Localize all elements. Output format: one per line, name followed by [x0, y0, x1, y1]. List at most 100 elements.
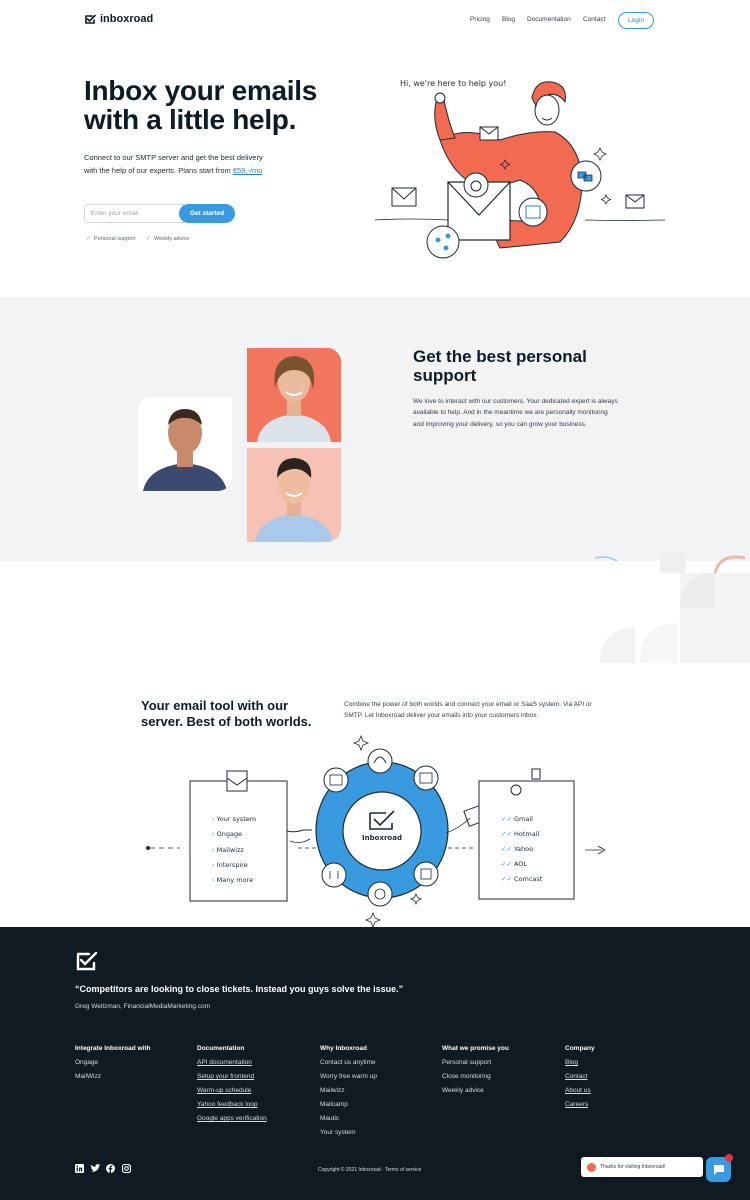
- list-item: ✓✓ Hotmail: [501, 830, 540, 838]
- helper-character-illustration: [374, 81, 666, 259]
- footer-link[interactable]: Blog: [565, 1059, 595, 1073]
- list-item-label: Comcast: [513, 875, 543, 883]
- expert-photo-1: [138, 397, 232, 491]
- footer-column-title: Integrate Inboxroad with: [75, 1045, 151, 1052]
- footer-link[interactable]: Weekly advice: [442, 1087, 509, 1101]
- list-item: › Mailwizz: [212, 845, 244, 854]
- diagram-center-label: Inboxroad: [362, 834, 402, 842]
- perk-label: Weekly advice: [154, 235, 190, 242]
- footer-column-promise: What we promise you Personal support Clo…: [442, 1045, 509, 1101]
- footer-column-title: What we promise you: [442, 1045, 509, 1052]
- footer-column-company: Company Blog Contact About us Careers: [565, 1045, 595, 1115]
- twitter-icon[interactable]: [90, 1164, 101, 1173]
- support-text: We love to interact with our customers. …: [413, 398, 618, 428]
- chat-agent-avatar: [587, 1162, 596, 1172]
- pricing-link[interactable]: €59,-/mo: [233, 166, 263, 175]
- hero-title: Inbox your emails with a little help.: [84, 75, 317, 135]
- check-icon: ✓: [86, 236, 92, 242]
- list-item: › Ongage: [212, 830, 243, 839]
- footer-column-why: Why Inboxroad Contact us anytime Worry f…: [320, 1045, 377, 1143]
- expert-photo-3: [247, 448, 341, 542]
- list-item-label: Interspire: [216, 860, 248, 869]
- footer-link[interactable]: Close monitoring: [442, 1073, 509, 1087]
- list-item-label: Mailwizz: [216, 845, 244, 854]
- person-avatar-illustration: [247, 348, 341, 442]
- list-item-label: Ongage: [216, 830, 243, 839]
- footer-link[interactable]: Yahoo feedback loop: [197, 1101, 267, 1115]
- footer-link[interactable]: MailWizz: [75, 1073, 150, 1087]
- list-item: ✓✓ Comcast: [501, 875, 543, 883]
- nav-blog[interactable]: Blog: [502, 16, 515, 23]
- support-title: Get the best personal support: [413, 347, 587, 385]
- list-item: ✓✓ AOL: [501, 860, 528, 868]
- notification-badge: [725, 1154, 733, 1162]
- chat-welcome-text: Thanks for visiting Inboxroad!: [600, 1164, 666, 1170]
- footer-link[interactable]: Ongage: [75, 1059, 150, 1073]
- footer-link[interactable]: Mailwizz: [320, 1087, 377, 1101]
- footer-link[interactable]: Worry free warm up: [320, 1073, 377, 1087]
- nav-documentation[interactable]: Documentation: [527, 16, 571, 23]
- footer-link[interactable]: Careers: [565, 1101, 595, 1115]
- check-icon: ✓: [146, 236, 152, 242]
- footer-link[interactable]: API documentation: [197, 1059, 267, 1073]
- perk-personal-support: ✓ Personal support: [86, 235, 136, 243]
- footer-link[interactable]: Your system: [320, 1129, 377, 1143]
- instagram-icon[interactable]: [122, 1164, 131, 1173]
- footer-link[interactable]: Setup your frontend: [197, 1073, 267, 1087]
- chat-icon: [713, 1164, 724, 1175]
- testimonial-quote: “Competitors are looking to close ticket…: [75, 984, 404, 994]
- hero-description: Connect to our SMTP server and get the b…: [84, 152, 269, 177]
- list-item: › Interspire: [212, 860, 248, 869]
- integration-diagram: Inboxroad › Your system › Ongage › Mailw…: [140, 733, 610, 929]
- list-item-label: Gmail: [513, 815, 533, 823]
- footer-link[interactable]: About us: [565, 1087, 595, 1101]
- footer-column-title: Why Inboxroad: [320, 1045, 367, 1052]
- source-systems-list: › Your system › Ongage › Mailwizz › Inte…: [212, 812, 256, 888]
- footer-link[interactable]: Google apps verification: [197, 1115, 267, 1129]
- list-item: › Many more: [212, 876, 254, 885]
- person-avatar-illustration: [138, 397, 232, 491]
- brand-check-icon: [76, 951, 98, 971]
- footer-link[interactable]: Mailcamp: [320, 1101, 377, 1115]
- footer-link[interactable]: Contact: [565, 1073, 595, 1087]
- decorative-shapes: [595, 553, 750, 663]
- list-item-label: Hotmail: [513, 830, 540, 838]
- check-box-icon: [85, 14, 96, 24]
- footer-column-title: Documentation: [197, 1045, 245, 1052]
- hero-illustration: Hi, we're here to help you!: [370, 70, 670, 265]
- copyright-text: Copyright © 2021 Inboxroad · Terms of se…: [318, 1167, 422, 1173]
- tool-text: Combine the power of both worlds and con…: [344, 701, 592, 719]
- nav-pricing[interactable]: Pricing: [470, 16, 490, 23]
- illustration-caption: Hi, we're here to help you!: [400, 79, 507, 88]
- get-started-button[interactable]: Get started: [179, 204, 235, 223]
- chat-welcome-bubble[interactable]: Thanks for visiting Inboxroad!: [581, 1157, 703, 1177]
- perk-label: Personal support: [94, 235, 136, 242]
- list-item: › Your system: [212, 815, 257, 823]
- list-item-label: Your system: [216, 815, 257, 823]
- list-item-label: Yahoo: [513, 845, 534, 853]
- support-section: [0, 297, 750, 561]
- email-input[interactable]: Enter your email: [84, 204, 184, 223]
- footer-link[interactable]: Warm-up schedule: [197, 1087, 267, 1101]
- nav-contact[interactable]: Contact: [583, 16, 605, 23]
- footer-link[interactable]: Mautic: [320, 1115, 377, 1129]
- tool-title: Your email tool with our server. Best of…: [141, 698, 312, 729]
- testimonial-author: Greg Weitzman, FinancialMediaMarketing.c…: [75, 1003, 210, 1010]
- footer-link[interactable]: Contact us anytime: [320, 1059, 377, 1073]
- footer-link[interactable]: Personal support: [442, 1059, 509, 1073]
- perk-weekly-advice: ✓ Weekly advice: [146, 235, 190, 243]
- list-item: ✓✓ Yahoo: [501, 845, 534, 853]
- linkedin-icon[interactable]: [75, 1164, 84, 1173]
- login-button[interactable]: Login: [618, 12, 654, 29]
- person-avatar-illustration: [247, 448, 341, 542]
- footer-column-title: Company: [565, 1045, 595, 1052]
- brand-name: inboxroad: [100, 13, 154, 25]
- list-item-label: Many more: [216, 876, 254, 885]
- facebook-icon[interactable]: [106, 1164, 115, 1173]
- inbox-providers-list: ✓✓ Gmail ✓✓ Hotmail ✓✓ Yahoo ✓✓ AOL ✓✓ C…: [501, 812, 542, 887]
- brand-logo[interactable]: inboxroad: [84, 13, 153, 25]
- list-item-label: AOL: [513, 860, 528, 868]
- expert-photo-2: [247, 348, 341, 442]
- footer-column-documentation: Documentation API documentation Setup yo…: [197, 1045, 267, 1129]
- list-item: ✓✓ Gmail: [501, 815, 533, 823]
